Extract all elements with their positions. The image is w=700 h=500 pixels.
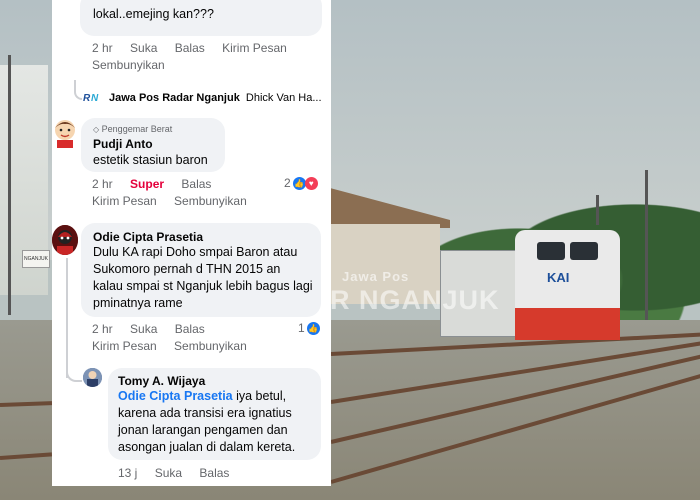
reply-button[interactable]: Balas [199, 466, 229, 480]
reaction-summary[interactable]: 1 👍 [298, 321, 320, 335]
comment-time[interactable]: 2 hr [92, 41, 113, 55]
watermark-small: Jawa Pos [342, 269, 410, 284]
station-sign: NGANJUK [22, 250, 50, 268]
commenter-name[interactable]: Odie Cipta Prasetia [93, 230, 203, 244]
thread-line [74, 80, 82, 100]
send-message-button[interactable]: Kirim Pesan [222, 41, 287, 55]
hide-button[interactable]: Sembunyikan [174, 194, 247, 208]
comment-bubble-tomy: Tomy A. Wijaya Odie Cipta Prasetia iya b… [108, 368, 321, 460]
comment-actions: 2 hr Suka Balas [92, 322, 219, 336]
reaction-count: 2 [284, 176, 291, 190]
avatar[interactable] [52, 225, 78, 255]
send-message-button[interactable]: Kirim Pesan [92, 339, 157, 353]
comment-time[interactable]: 2 hr [92, 322, 113, 336]
svg-text:R: R [83, 93, 91, 103]
diamond-icon: ◇ [93, 125, 100, 134]
reply-button[interactable]: Balas [175, 41, 205, 55]
comment-text: estetik stasiun baron [93, 153, 208, 167]
comment-time[interactable]: 13 j [118, 466, 137, 480]
comment-actions: 2 hr Suka Balas Kirim Pesan [92, 41, 301, 55]
like-button[interactable]: Suka [155, 466, 182, 480]
comment-actions: 2 hr Super Balas [92, 177, 225, 191]
hide-button[interactable]: Sembunyikan [92, 58, 165, 72]
comment-time[interactable]: 2 hr [92, 177, 113, 191]
thread-line [66, 258, 68, 378]
fan-badge-label: Penggemar Berat [101, 124, 173, 134]
thread-line [66, 362, 82, 382]
comment-bubble-pudji: ◇ Penggemar Berat Pudji Anto estetik sta… [81, 118, 225, 172]
reaction-summary[interactable]: 2 👍 ♥ [284, 176, 318, 190]
signal-pole [596, 195, 599, 225]
fan-badge: ◇ Penggemar Berat [93, 124, 172, 134]
comment-actions-row2: Kirim Pesan Sembunyikan [92, 194, 261, 208]
like-button[interactable]: Suka [130, 41, 157, 55]
love-reaction-icon: ♥ [304, 176, 318, 190]
svg-text:N: N [91, 93, 99, 103]
avatar[interactable] [52, 118, 78, 148]
comment-text: lokal..emejing kan??? [93, 7, 214, 21]
page-name: Jawa Pos Radar Nganjuk [109, 92, 240, 104]
comment-feed: lokal..emejing kan??? 2 hr Suka Balas Ki… [52, 0, 331, 486]
electric-pole [8, 55, 11, 315]
commenter-name[interactable]: Pudji Anto [93, 137, 153, 151]
comment-actions-row2: Kirim Pesan Sembunyikan [92, 339, 261, 353]
comment-text: Odie Cipta Prasetia iya betul, karena ad… [118, 388, 318, 456]
comment-bubble-top: lokal..emejing kan??? [80, 0, 322, 36]
reply-preview: Dhick Van Ha... [245, 92, 322, 104]
kai-logo: KAI [547, 270, 570, 285]
like-reaction-icon: 👍 [306, 321, 320, 335]
reply-button[interactable]: Balas [175, 322, 205, 336]
watermark: Jawa Pos R NGANJUK [330, 269, 500, 316]
page-reply-link[interactable]: Jawa Pos Radar Nganjuk Dhick Van Ha... [109, 92, 322, 104]
page-logo-icon: RN [83, 91, 103, 104]
like-button[interactable]: Suka [130, 322, 157, 336]
mention-link[interactable]: Odie Cipta Prasetia [118, 389, 233, 403]
reply-button[interactable]: Balas [181, 177, 211, 191]
comment-bubble-odie: Odie Cipta Prasetia Dulu KA rapi Doho sm… [81, 223, 321, 317]
like-reaction-icon: 👍 [292, 176, 306, 190]
avatar[interactable] [83, 368, 102, 387]
super-reaction-button[interactable]: Super [130, 177, 164, 191]
comment-actions-row2: Sembunyikan [92, 58, 179, 72]
commenter-name[interactable]: Tomy A. Wijaya [118, 374, 205, 388]
send-message-button[interactable]: Kirim Pesan [92, 194, 157, 208]
comment-text: Dulu KA rapi Doho smpai Baron atau Sukom… [93, 245, 313, 310]
comment-actions: 13 j Suka Balas [118, 466, 243, 480]
reaction-count: 1 [298, 321, 305, 335]
hide-button[interactable]: Sembunyikan [174, 339, 247, 353]
watermark-text: R NGANJUK [330, 285, 500, 315]
